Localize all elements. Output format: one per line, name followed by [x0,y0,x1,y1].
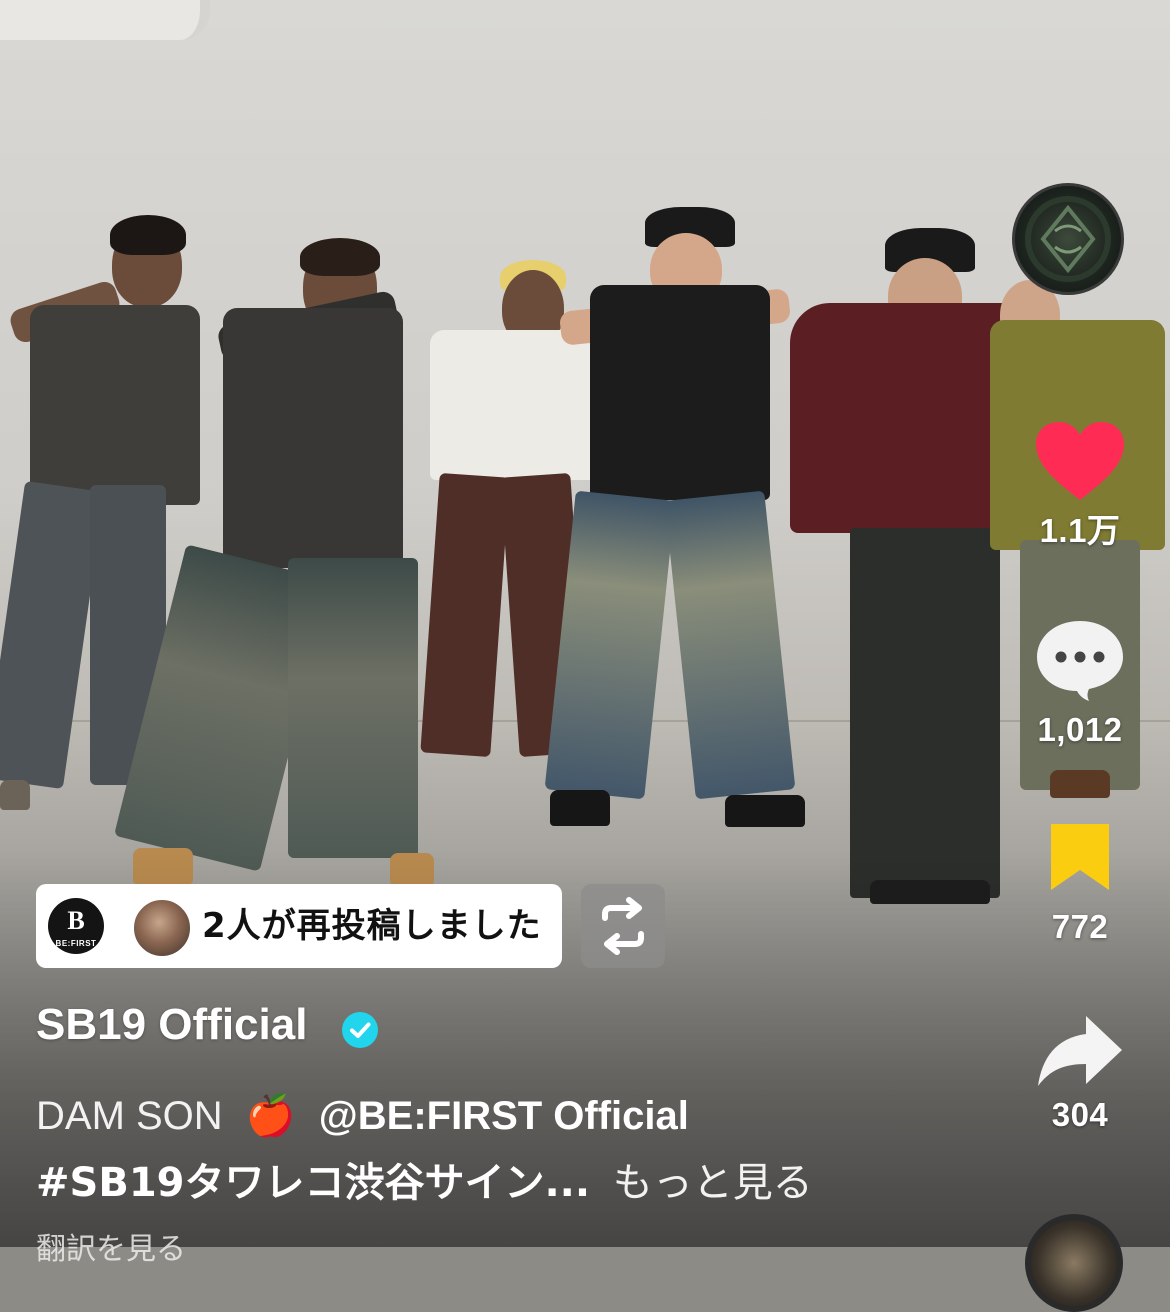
video-frame[interactable] [0,0,1170,1247]
reposter-avatar-befirst: B BE:FIRST [48,898,104,954]
bookmark-action[interactable]: 772 [1020,820,1140,946]
music-disc-icon[interactable] [1025,1214,1123,1312]
comment-action[interactable]: 1,012 [1020,617,1140,749]
verified-check-icon [342,1012,378,1048]
repost-icon [602,897,644,955]
share-arrow-icon[interactable] [1036,1012,1124,1090]
reposter-avatar [132,898,192,958]
dancer-figure [113,238,438,888]
comment-bubble-icon[interactable] [1033,617,1127,703]
heart-icon[interactable] [1034,420,1126,504]
caption-line: DAM SON 🍎 @BE:FIRST Official [36,1092,689,1139]
hashtag-link[interactable]: #SB19タワレコ渋谷サイン... [36,1160,590,1206]
share-count: 304 [1051,1096,1109,1133]
like-count: 1.1万 [1039,512,1121,549]
caption-text: DAM SON [36,1094,223,1138]
profile-avatar[interactable] [1012,183,1124,295]
apple-emoji: 🍎 [245,1094,296,1138]
author-name[interactable]: SB19 Official [36,1000,307,1050]
bookmark-count: 772 [1051,908,1109,945]
dancer-figure [544,205,810,827]
like-action[interactable]: 1.1万 [1020,420,1140,552]
translate-link[interactable]: 翻訳を見る [36,1224,186,1268]
mention-link[interactable]: @BE:FIRST Official [319,1094,689,1138]
comment-count: 1,012 [1037,711,1123,748]
caption-line: #SB19タワレコ渋谷サイン... もっと見る [36,1150,813,1208]
repost-button[interactable] [581,884,665,968]
repost-label: 2人が再投稿しました [202,906,542,946]
see-more-link[interactable]: もっと見る [613,1160,813,1206]
ceiling-pipe [0,0,210,40]
share-action[interactable]: 304 [1020,1012,1140,1134]
repost-indicator[interactable]: B BE:FIRST 2人が再投稿しました [36,884,562,968]
bookmark-icon[interactable] [1047,820,1113,894]
